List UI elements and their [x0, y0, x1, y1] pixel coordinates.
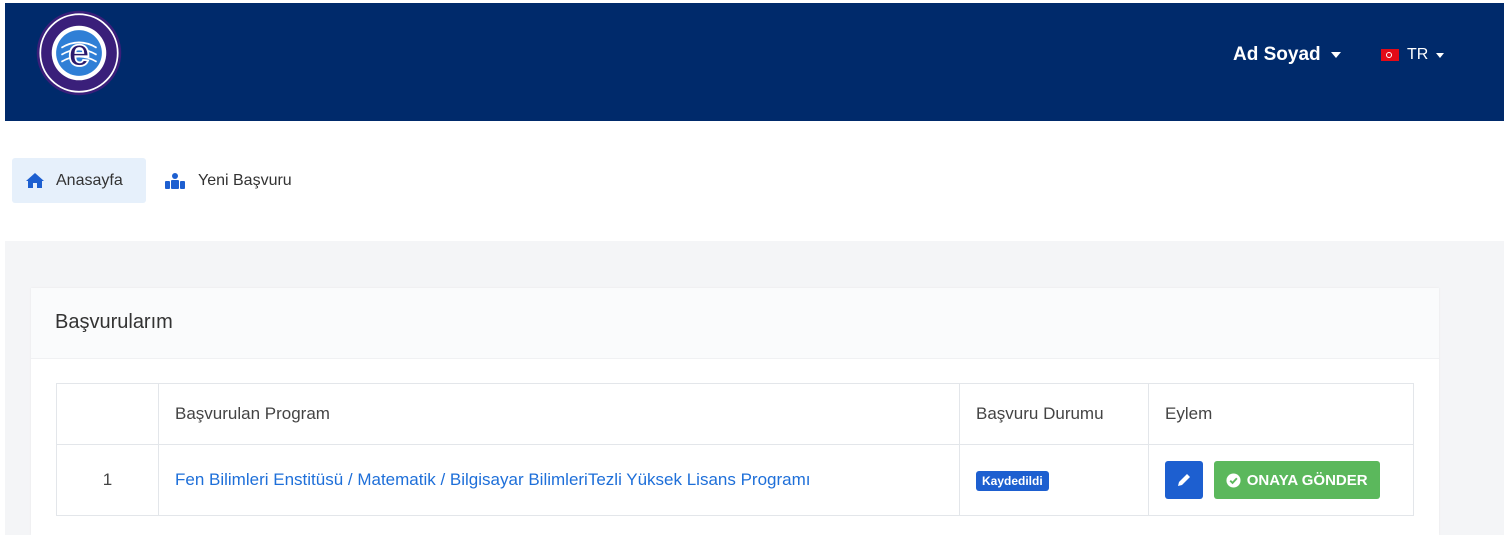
column-header-status: Başvuru Durumu: [959, 383, 1149, 445]
table-header-row: Başvurulan Program Başvuru Durumu Eylem: [56, 383, 1414, 445]
program-link[interactable]: Fen Bilimleri Enstitüsü / Matematik / Bi…: [175, 470, 811, 489]
edit-button[interactable]: [1165, 461, 1203, 499]
column-header-action: Eylem: [1148, 383, 1414, 445]
table-row: 1 Fen Bilimleri Enstitüsü / Matematik / …: [56, 444, 1414, 516]
breadcrumb-home[interactable]: Anasayfa: [12, 158, 146, 203]
action-cell: ONAYA GÖNDER: [1148, 444, 1414, 516]
breadcrumb-home-label: Anasayfa: [56, 171, 123, 189]
caret-down-icon: [1330, 52, 1341, 58]
university-logo[interactable]: e: [35, 9, 123, 97]
top-navbar: e Ad Soyad TR: [5, 3, 1504, 121]
column-header-program: Başvurulan Program: [158, 383, 960, 445]
caret-down-icon: [1436, 52, 1445, 58]
svg-text:e: e: [68, 31, 90, 74]
status-cell: Kaydedildi: [959, 444, 1149, 516]
home-icon: [26, 173, 44, 188]
users-icon: [165, 172, 185, 189]
breadcrumb-new-label: Yeni Başvuru: [198, 171, 292, 189]
column-header-number: [56, 383, 159, 445]
applications-card: Başvurularım Başvurulan Program Başvuru …: [31, 288, 1439, 535]
breadcrumb-new-application[interactable]: Yeni Başvuru: [160, 158, 292, 203]
turkish-flag-icon: [1381, 49, 1399, 61]
row-number: 1: [56, 444, 159, 516]
status-badge: Kaydedildi: [976, 470, 1049, 491]
user-name: Ad Soyad: [1233, 44, 1321, 65]
program-cell: Fen Bilimleri Enstitüsü / Matematik / Bi…: [158, 444, 960, 516]
send-for-approval-label: ONAYA GÖNDER: [1246, 471, 1368, 489]
user-menu-dropdown[interactable]: Ad Soyad: [1233, 43, 1341, 67]
send-for-approval-button[interactable]: ONAYA GÖNDER: [1213, 461, 1380, 499]
card-header: Başvurularım: [31, 288, 1439, 359]
card-title: Başvurularım: [55, 311, 173, 333]
language-dropdown[interactable]: TR: [1381, 43, 1445, 67]
applications-table: Başvurulan Program Başvuru Durumu Eylem …: [56, 383, 1414, 516]
language-label: TR: [1407, 46, 1429, 63]
pencil-icon: [1178, 474, 1190, 486]
check-circle-icon: [1226, 472, 1241, 488]
